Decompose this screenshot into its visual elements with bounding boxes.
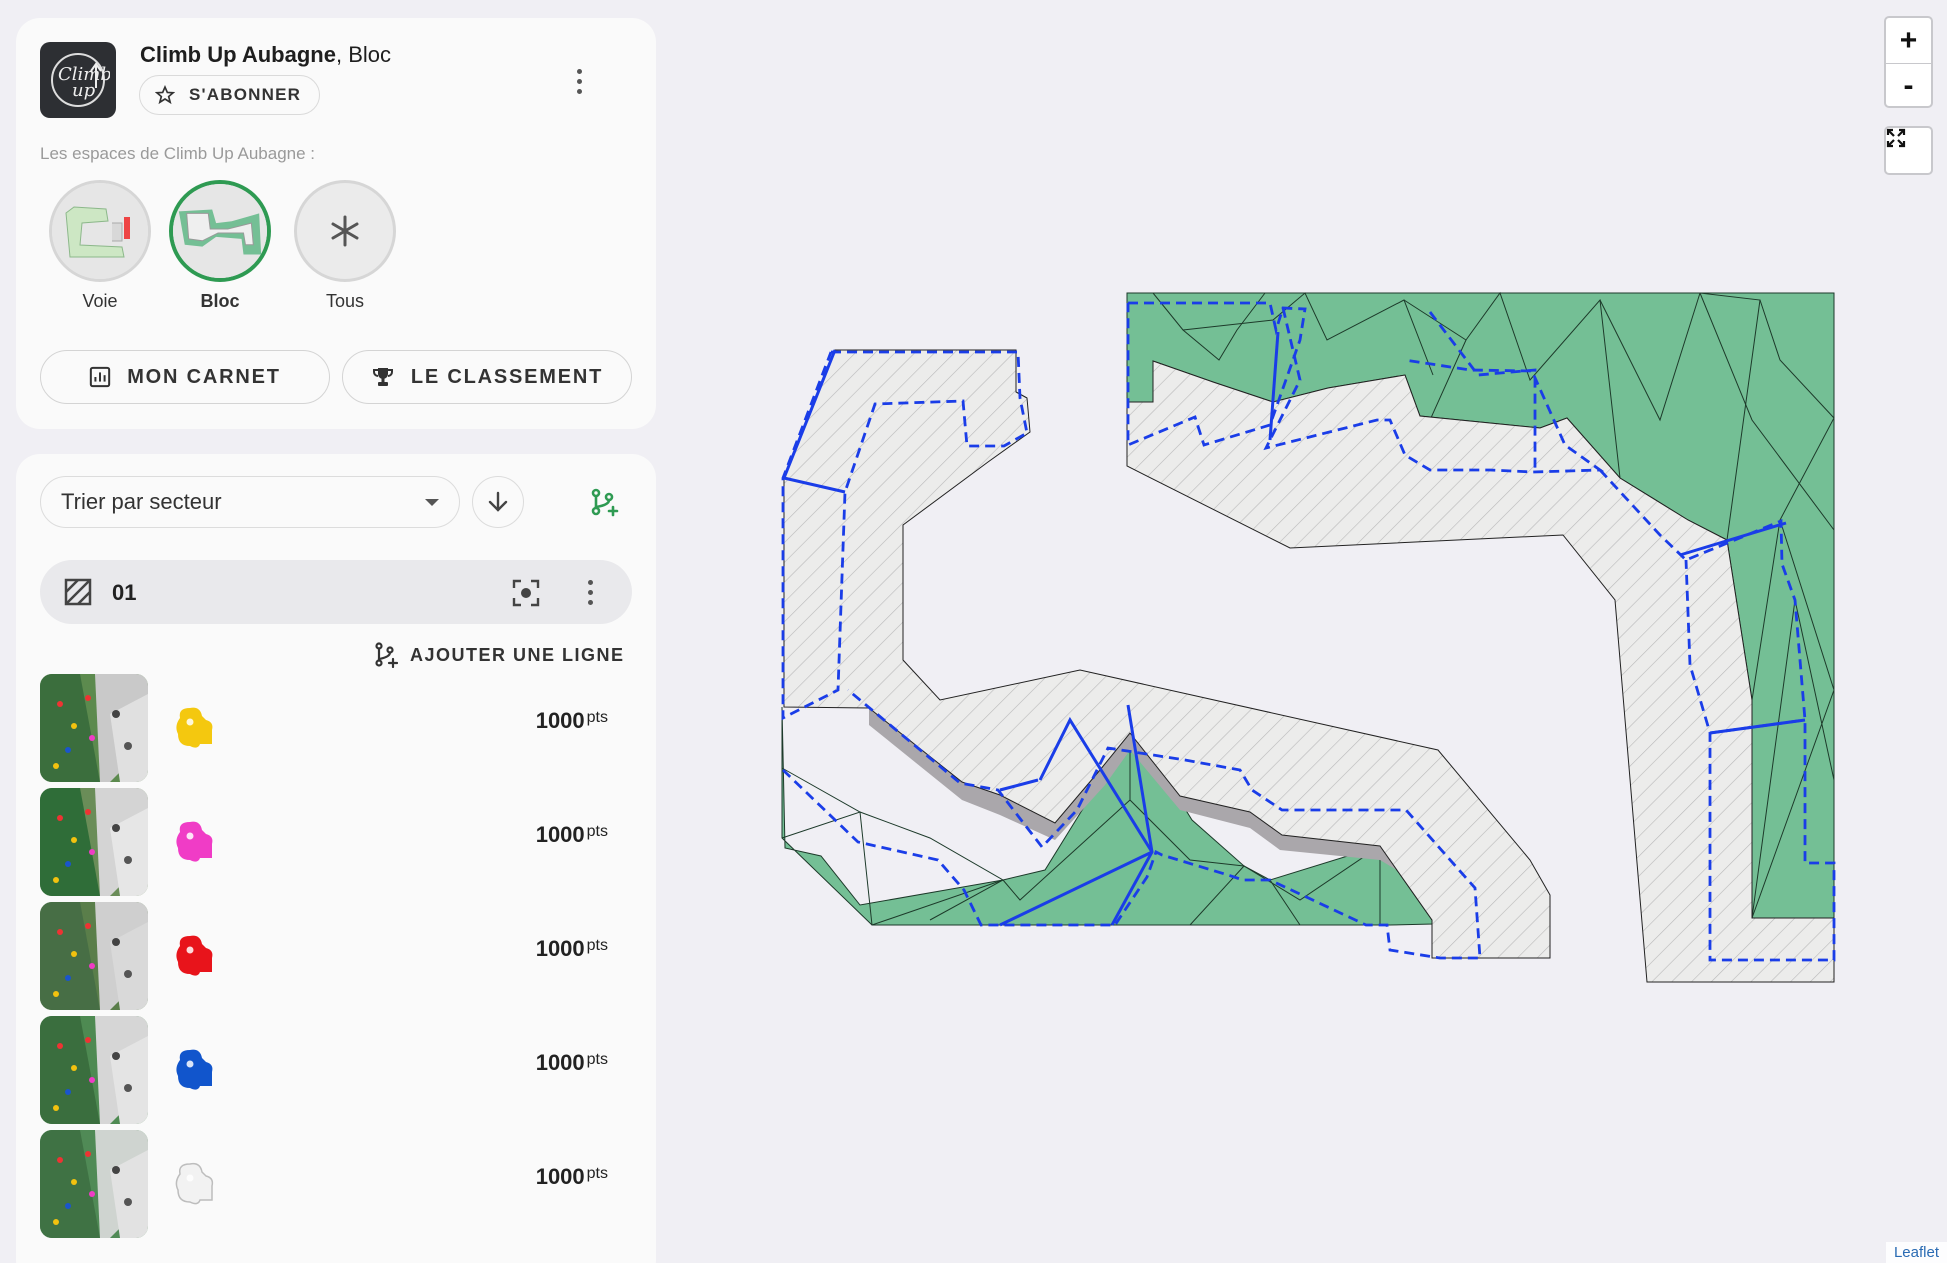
route-list: 1000 pts 1000 pts 1000 pts 1000 pts 1000 pts xyxy=(40,674,632,1244)
route-points-value: 1000 xyxy=(535,1050,585,1075)
zoom-control: + - xyxy=(1884,16,1933,108)
route-points-value: 1000 xyxy=(535,1164,585,1189)
space-name: , Bloc xyxy=(335,42,391,67)
space-bloc[interactable]: Bloc xyxy=(165,180,275,312)
sector-row[interactable]: 01 xyxy=(40,560,632,624)
hold-color-icon xyxy=(176,935,213,976)
focus-sector-button[interactable] xyxy=(510,577,542,609)
route-row[interactable]: 1000 pts xyxy=(40,674,632,788)
sector-name: 01 xyxy=(112,580,137,605)
zoom-in-button[interactable]: + xyxy=(1886,18,1931,63)
subscribe-label: S'ABONNER xyxy=(189,85,302,104)
space-voie-label: Voie xyxy=(82,291,118,311)
space-tous-thumbnail xyxy=(294,180,396,282)
add-line-label: AJOUTER UNE LIGNE xyxy=(410,644,625,665)
zoom-out-button[interactable]: - xyxy=(1886,63,1931,106)
route-points-unit: pts xyxy=(586,1051,608,1068)
route-row[interactable]: 1000 pts xyxy=(40,1016,632,1130)
route-points-value: 1000 xyxy=(535,708,585,733)
spaces-label: Les espaces de Climb Up Aubagne : xyxy=(40,144,316,163)
space-voie-thumbnail xyxy=(49,180,151,282)
focus-icon xyxy=(512,579,540,607)
gym-header-panel: Climb up Climb Up Aubagne, Bloc S'ABONNE… xyxy=(16,18,656,429)
route-photo xyxy=(40,1130,148,1238)
route-row[interactable]: 1000 pts xyxy=(40,788,632,902)
gym-logo: Climb up xyxy=(40,42,116,118)
route-row[interactable]: 1000 pts xyxy=(40,902,632,1016)
space-voie[interactable]: Voie xyxy=(45,180,155,312)
hold-color-icon xyxy=(176,1049,213,1090)
add-line-button[interactable]: AJOUTER UNE LIGNE xyxy=(374,642,625,668)
mon-carnet-button[interactable]: MON CARNET xyxy=(40,350,330,404)
route-photo xyxy=(40,788,148,896)
star-icon xyxy=(155,85,175,105)
map-attribution[interactable]: Leaflet xyxy=(1885,1242,1947,1263)
asterisk-icon xyxy=(331,215,359,247)
space-bloc-thumbnail xyxy=(169,180,271,282)
sort-select[interactable]: Trier par secteur xyxy=(40,476,460,528)
classement-label: LE CLASSEMENT xyxy=(410,365,604,388)
route-points-value: 1000 xyxy=(535,822,585,847)
route-points: 1000 pts xyxy=(536,822,608,848)
route-points-unit: pts xyxy=(586,823,608,840)
space-tous[interactable]: Tous xyxy=(290,180,400,312)
more-options-icon[interactable] xyxy=(567,66,591,96)
svg-text:up: up xyxy=(72,80,96,101)
trophy-icon xyxy=(372,368,393,386)
route-points: 1000 pts xyxy=(536,708,608,734)
route-points-unit: pts xyxy=(586,937,608,954)
route-add-icon xyxy=(375,642,398,668)
route-photo xyxy=(40,902,148,1010)
classement-button[interactable]: LE CLASSEMENT xyxy=(342,350,632,404)
route-row[interactable]: 1000 pts xyxy=(40,1130,632,1244)
chart-icon xyxy=(90,366,111,388)
route-add-icon xyxy=(591,488,619,517)
route-points: 1000 pts xyxy=(536,936,608,962)
gym-name: Climb Up Aubagne xyxy=(140,42,336,67)
route-list-panel: Trier par secteur 01 AJOUTER UNE LIGNE 1… xyxy=(16,454,656,1263)
arrow-down-icon xyxy=(488,491,508,512)
sort-direction-button[interactable] xyxy=(472,476,524,528)
route-points-value: 1000 xyxy=(535,936,585,961)
sector-hatch-icon xyxy=(64,578,92,606)
subscribe-button[interactable]: S'ABONNER xyxy=(139,75,320,115)
fullscreen-icon xyxy=(1886,128,1906,148)
route-points: 1000 pts xyxy=(536,1050,608,1076)
route-points: 1000 pts xyxy=(536,1164,608,1190)
hold-color-icon xyxy=(176,707,213,748)
sort-select-value: Trier par secteur xyxy=(61,489,222,514)
mon-carnet-label: MON CARNET xyxy=(127,365,281,388)
route-photo xyxy=(40,674,148,782)
space-bloc-label: Bloc xyxy=(200,291,240,311)
hold-color-icon xyxy=(175,1162,214,1205)
space-tous-label: Tous xyxy=(325,291,365,311)
route-photo xyxy=(40,1016,148,1124)
route-points-unit: pts xyxy=(586,1165,608,1182)
fullscreen-button[interactable] xyxy=(1884,126,1933,175)
page-title: Climb Up Aubagne, Bloc xyxy=(140,42,391,68)
add-route-icon-button[interactable] xyxy=(586,484,622,520)
hold-color-icon xyxy=(176,821,213,862)
caret-down-icon xyxy=(425,499,439,506)
sector-more-options-icon[interactable] xyxy=(578,577,602,607)
route-points-unit: pts xyxy=(586,709,608,726)
